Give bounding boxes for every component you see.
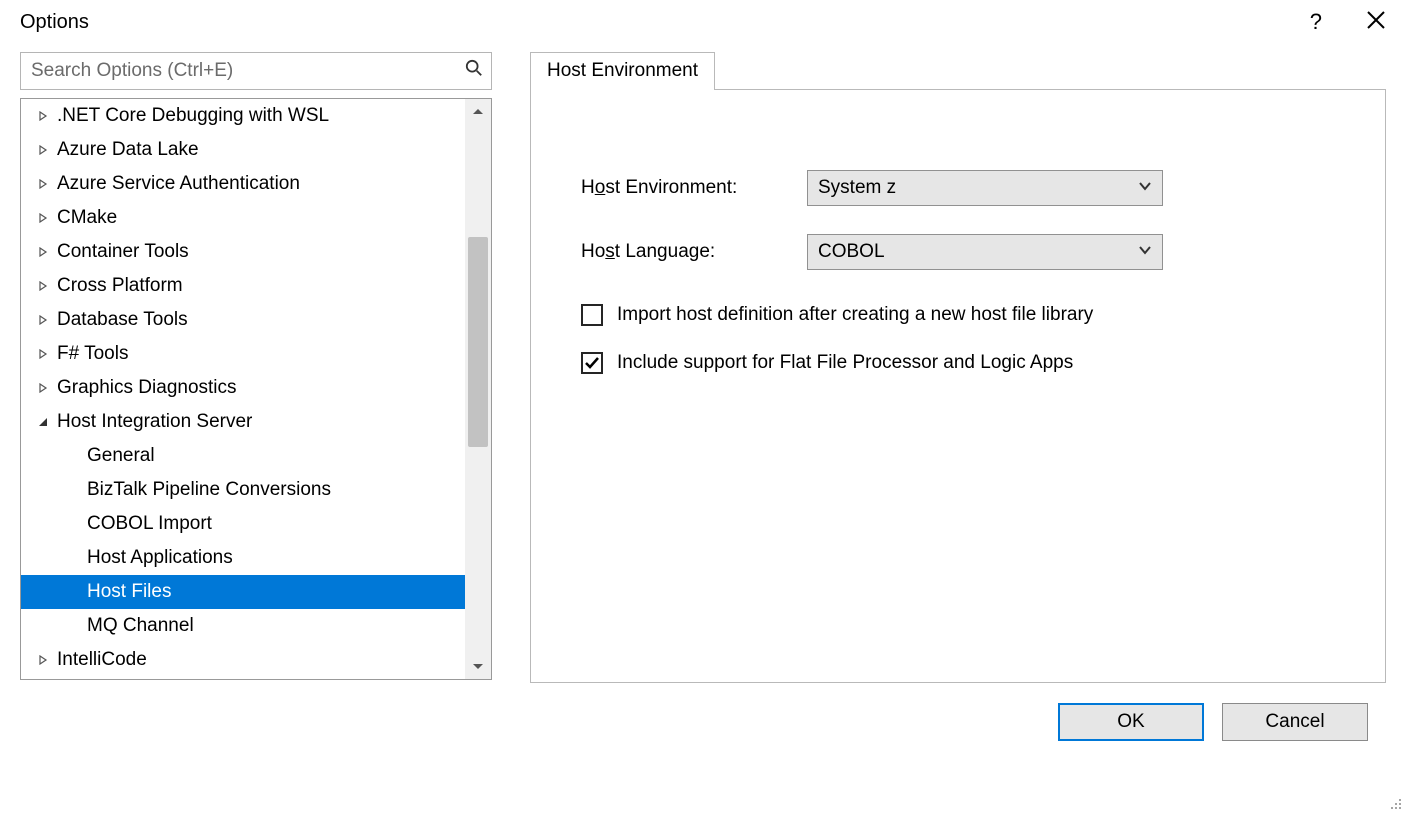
host-language-select[interactable]: COBOL	[807, 234, 1163, 270]
tree-item[interactable]: IntelliCode	[21, 643, 465, 677]
checkbox-unchecked-icon[interactable]	[581, 304, 603, 326]
host-language-label: Host Language:	[581, 241, 807, 263]
tree-item-label: .NET Core Debugging with WSL	[57, 105, 329, 127]
search-field[interactable]	[20, 52, 492, 90]
expander-open-icon[interactable]	[35, 414, 51, 430]
tree-item[interactable]: Graphics Diagnostics	[21, 371, 465, 405]
tree-item-label: F# Tools	[57, 343, 128, 365]
tree-item-label: Azure Service Authentication	[57, 173, 300, 195]
host-environment-select[interactable]: System z	[807, 170, 1163, 206]
tree-item[interactable]: F# Tools	[21, 337, 465, 371]
expander-closed-icon[interactable]	[35, 278, 51, 294]
tree-item[interactable]: Azure Data Lake	[21, 133, 465, 167]
tree-item-label: Azure Data Lake	[57, 139, 199, 161]
titlebar: Options ?	[0, 0, 1406, 52]
expander-closed-icon[interactable]	[35, 380, 51, 396]
import-host-definition-checkbox-row[interactable]: Import host definition after creating a …	[581, 304, 1335, 326]
titlebar-controls: ?	[1310, 10, 1386, 34]
host-environment-label: Host Environment:	[581, 177, 807, 199]
tree-item-label: BizTalk Pipeline Conversions	[87, 479, 331, 501]
chevron-down-icon	[1138, 241, 1152, 263]
tree-item[interactable]: Host Files	[21, 575, 465, 609]
resize-grip-icon[interactable]	[1386, 794, 1402, 810]
expander-closed-icon[interactable]	[35, 176, 51, 192]
tree-item[interactable]: COBOL Import	[21, 507, 465, 541]
tree-item[interactable]: Host Integration Server	[21, 405, 465, 439]
tree-item[interactable]: Container Tools	[21, 235, 465, 269]
checkbox-checked-icon[interactable]	[581, 352, 603, 374]
tree-item-label: General	[87, 445, 155, 467]
import-host-definition-label: Import host definition after creating a …	[617, 304, 1093, 326]
expander-closed-icon[interactable]	[35, 108, 51, 124]
include-flat-file-label: Include support for Flat File Processor …	[617, 352, 1073, 374]
scroll-up-icon[interactable]	[465, 99, 491, 125]
search-input[interactable]	[29, 59, 465, 83]
tree-item[interactable]: .NET Core Debugging with WSL	[21, 99, 465, 133]
scroll-track[interactable]	[465, 125, 491, 653]
tree-item-label: Graphics Diagnostics	[57, 377, 237, 399]
tree-item-label: MQ Channel	[87, 615, 194, 637]
tree-item[interactable]: Database Tools	[21, 303, 465, 337]
tree-item-label: Cross Platform	[57, 275, 183, 297]
window-title: Options	[20, 11, 89, 34]
tree-item-label: Host Integration Server	[57, 411, 252, 433]
tab-strip: Host Environment	[530, 52, 1386, 89]
tab-host-environment[interactable]: Host Environment	[530, 52, 715, 90]
tree-item[interactable]: General	[21, 439, 465, 473]
expander-closed-icon[interactable]	[35, 312, 51, 328]
expander-closed-icon[interactable]	[35, 142, 51, 158]
tree-item[interactable]: BizTalk Pipeline Conversions	[21, 473, 465, 507]
dialog-footer: OK Cancel	[530, 683, 1386, 741]
ok-button[interactable]: OK	[1058, 703, 1204, 741]
tree-item[interactable]: MQ Channel	[21, 609, 465, 643]
tree-item-label: Container Tools	[57, 241, 189, 263]
tree-item[interactable]: Host Applications	[21, 541, 465, 575]
expander-closed-icon[interactable]	[35, 652, 51, 668]
options-tree: .NET Core Debugging with WSL Azure Data L…	[20, 98, 492, 680]
close-icon[interactable]	[1366, 10, 1386, 34]
host-language-value: COBOL	[818, 241, 885, 263]
cancel-button[interactable]: Cancel	[1222, 703, 1368, 741]
tree-item-label: COBOL Import	[87, 513, 212, 535]
scroll-thumb[interactable]	[468, 237, 488, 447]
include-flat-file-checkbox-row[interactable]: Include support for Flat File Processor …	[581, 352, 1335, 374]
search-icon	[465, 59, 483, 83]
help-icon[interactable]: ?	[1310, 11, 1322, 33]
tree-item-label: Host Files	[87, 581, 171, 603]
tree-item[interactable]: CMake	[21, 201, 465, 235]
settings-panel: Host Environment: System z Host Language…	[530, 89, 1386, 683]
host-environment-value: System z	[818, 177, 896, 199]
tree-item-label: Database Tools	[57, 309, 188, 331]
tree-item-label: CMake	[57, 207, 117, 229]
tree-item[interactable]: Azure Service Authentication	[21, 167, 465, 201]
chevron-down-icon	[1138, 177, 1152, 199]
expander-closed-icon[interactable]	[35, 346, 51, 362]
expander-closed-icon[interactable]	[35, 210, 51, 226]
tree-item-label: IntelliCode	[57, 649, 147, 671]
tree-item[interactable]: Cross Platform	[21, 269, 465, 303]
expander-closed-icon[interactable]	[35, 244, 51, 260]
tree-item-label: Host Applications	[87, 547, 233, 569]
scrollbar[interactable]	[465, 99, 491, 679]
scroll-down-icon[interactable]	[465, 653, 491, 679]
